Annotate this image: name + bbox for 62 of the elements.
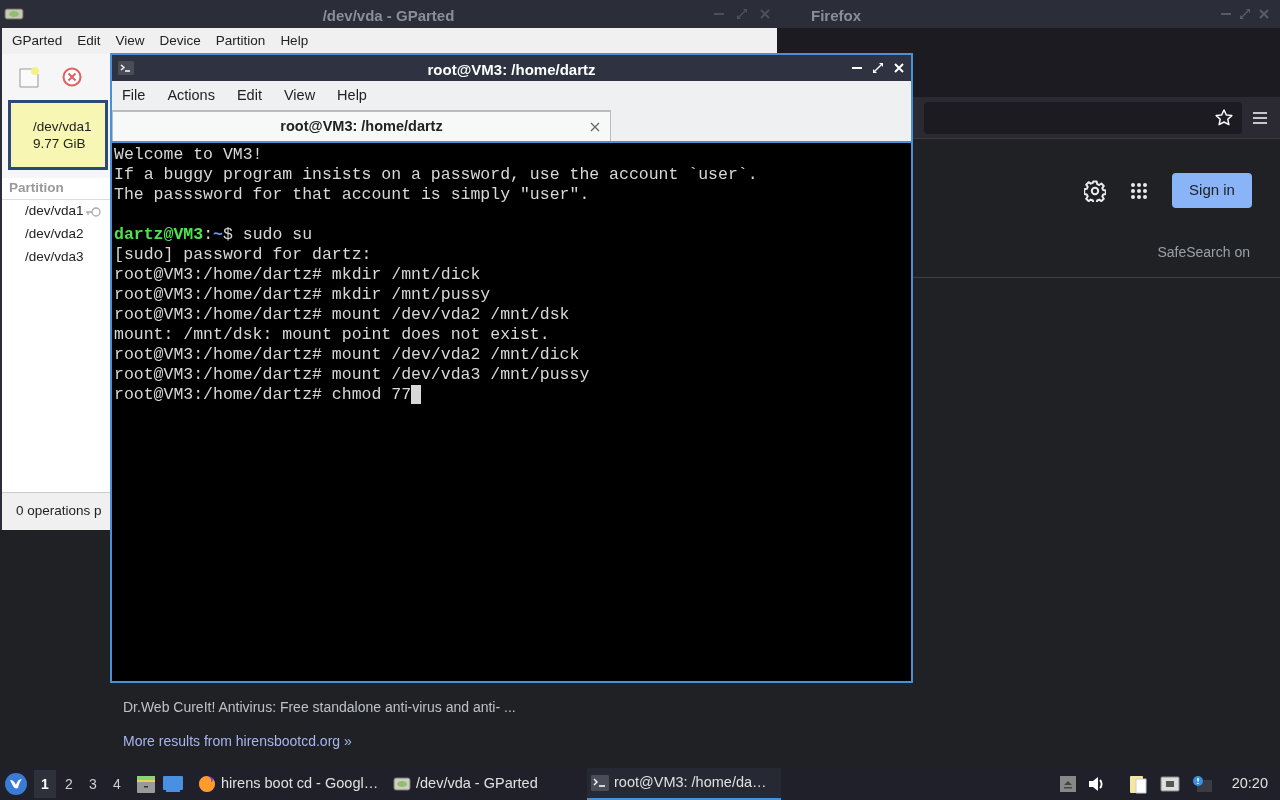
delete-icon[interactable] — [62, 67, 82, 87]
terminal-line: root@VM3:/home/dartz# mount /dev/vda3 /mnt/pussy — [114, 365, 590, 385]
terminal-line: mount: /mnt/dsk: mount point does not exist. — [114, 325, 550, 345]
apps-grid-icon[interactable] — [1130, 181, 1148, 200]
menu-item[interactable]: Partition — [215, 30, 266, 52]
desktop-button[interactable]: 3 — [82, 770, 104, 798]
partition-row[interactable]: /dev/vda3 — [25, 247, 84, 268]
menu-item[interactable]: Help — [280, 30, 309, 52]
terminal-icon — [118, 61, 134, 75]
terminal-line: dartz@VM3:~$ sudo su — [114, 225, 313, 245]
start-menu-icon[interactable] — [4, 772, 28, 796]
menu-icon[interactable] — [1252, 110, 1268, 125]
terminal-line: root@VM3:/home/dartz# mount /dev/vda2 /mnt/dsk — [114, 305, 570, 325]
terminal-line: Welcome to VM3! — [114, 145, 263, 165]
notification-icon[interactable] — [1191, 775, 1212, 793]
browser-icon — [198, 775, 216, 793]
star-icon[interactable] — [1214, 107, 1234, 128]
terminal-line: root@VM3:/home/dartz# mount /dev/vda2 /mnt/dick — [114, 345, 580, 365]
terminal-line: root@VM3:/home/dartz# mkdir /mnt/pussy — [114, 285, 491, 305]
settings-icon[interactable] — [1084, 179, 1106, 202]
window-title: Firefox — [811, 6, 861, 26]
clipboard-icon[interactable] — [1127, 774, 1148, 794]
more-results-link[interactable]: More results from hirensbootcd.org » — [123, 730, 352, 752]
menu-item[interactable]: Edit — [236, 85, 262, 107]
desktop-icon[interactable] — [162, 775, 184, 793]
terminal-icon — [591, 774, 609, 792]
terminal-line: root@VM3:/home/dartz# chmod 77 — [114, 385, 412, 405]
menu-item[interactable]: Device — [159, 30, 201, 52]
menu-item[interactable]: GParted — [12, 30, 63, 52]
menu-item[interactable]: View — [115, 30, 145, 52]
taskbar-task[interactable]: root@VM3: /home/da… — [587, 768, 781, 800]
desktop-button[interactable]: 2 — [58, 770, 80, 798]
network-icon[interactable] — [1159, 775, 1180, 793]
partition-row[interactable]: /dev/vda1 — [25, 201, 84, 222]
terminal-line: If a buggy program insists on a password, use the account `user`. — [114, 165, 758, 185]
menu-item[interactable]: Edit — [77, 30, 101, 52]
close-icon[interactable] — [590, 122, 600, 132]
window-title: root@VM3: /home/dartz — [427, 60, 596, 80]
menu-item[interactable]: Actions — [167, 85, 215, 107]
partition-name: /dev/vda1 — [33, 118, 93, 135]
result-snippet: Dr.Web CureIt! Antivirus: Free standalone anti-virus and anti- ... — [123, 698, 516, 717]
window-title: /dev/vda - GParted — [322, 6, 455, 26]
terminal-line: root@VM3:/home/dartz# mkdir /mnt/dick — [114, 265, 481, 285]
menu-item[interactable]: File — [122, 85, 146, 107]
sign-in-button[interactable]: Sign in — [1172, 173, 1252, 208]
terminal-line: The passsword for that account is simply "user". — [114, 185, 590, 205]
taskbar-task[interactable]: /dev/vda - GParted — [389, 768, 587, 800]
status-text: 0 operations p — [16, 502, 102, 521]
desktop-button[interactable]: 1 — [34, 770, 56, 798]
terminal-tab[interactable]: root@VM3: /home/dartz — [112, 110, 611, 141]
menu-item[interactable]: View — [283, 85, 316, 107]
file-cabinet-icon[interactable] — [136, 774, 156, 794]
maximize-icon[interactable] — [872, 62, 884, 74]
terminal-line: [sudo] password for dartz: — [114, 245, 372, 265]
menu-item[interactable]: Help — [337, 85, 367, 107]
partition-row[interactable]: /dev/vda2 — [25, 224, 84, 245]
partition-size: 9.77 GiB — [33, 135, 87, 152]
desktop-button[interactable]: 4 — [106, 770, 128, 798]
taskbar-task[interactable]: hirens boot cd - Googl… — [194, 768, 389, 800]
eject-icon[interactable] — [1059, 776, 1076, 792]
clock: 20:20 — [1231, 774, 1268, 794]
safesearch-label[interactable]: SafeSearch on — [1157, 242, 1250, 263]
